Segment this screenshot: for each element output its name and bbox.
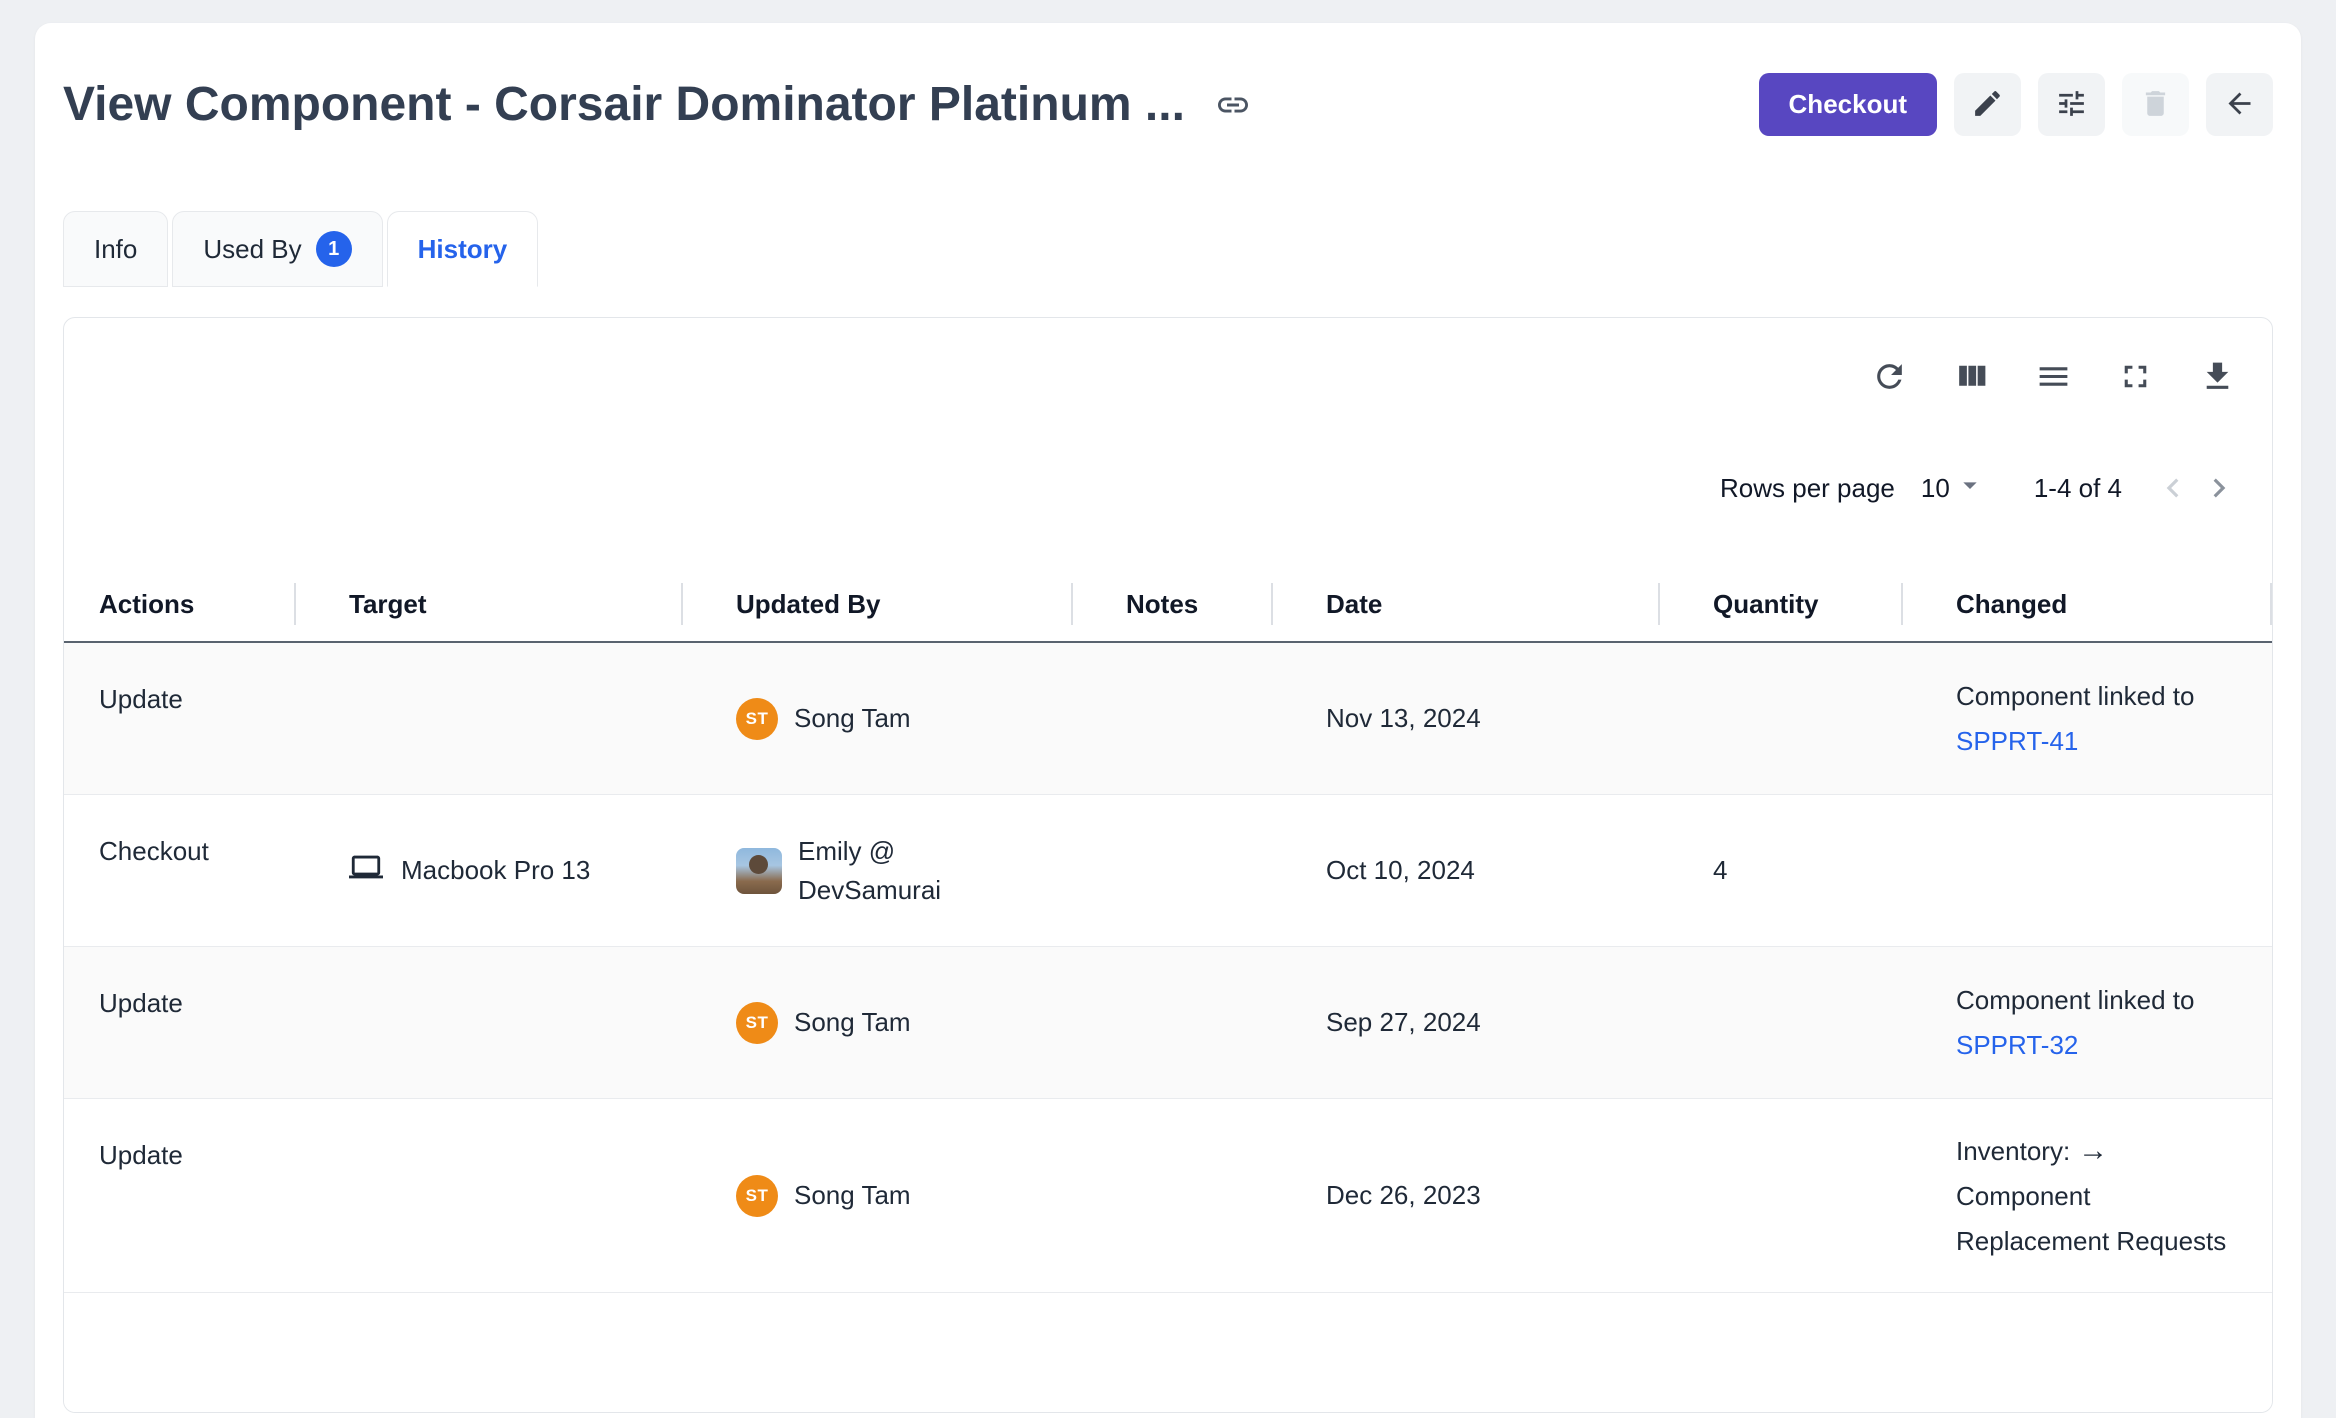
table-row: Update ST Song Tam Dec 26, 2023 Inventor… — [64, 1099, 2272, 1293]
next-page-button[interactable] — [2196, 465, 2242, 511]
density-icon[interactable] — [2035, 358, 2072, 395]
avatar: ST — [736, 698, 778, 740]
spprt-link[interactable]: SPPRT-32 — [1956, 1023, 2194, 1068]
laptop-icon — [349, 850, 383, 891]
download-icon[interactable] — [2199, 358, 2236, 395]
used-by-count-badge: 1 — [316, 231, 352, 267]
column-header-quantity[interactable]: Quantity — [1660, 589, 1903, 620]
tab-bar: Info Used By 1 History — [63, 211, 2273, 287]
trash-icon — [2139, 87, 2172, 123]
cell-updated-by: ST Song Tam — [683, 947, 1073, 1098]
rows-per-page-select[interactable]: 10 — [1921, 469, 1986, 508]
chevron-down-icon — [1954, 469, 1986, 508]
main-card: View Component - Corsair Dominator Plati… — [35, 23, 2301, 1418]
changed-text: Component linked to — [1956, 674, 2194, 719]
cell-action: Update — [64, 1099, 296, 1292]
cell-quantity — [1660, 1099, 1903, 1292]
previous-page-button[interactable] — [2150, 465, 2196, 511]
back-button[interactable] — [2206, 73, 2273, 136]
cell-changed: Component linked to SPPRT-32 — [1903, 947, 2272, 1098]
table-row: Checkout Macbook Pro 13 Emily @ DevSamur… — [64, 795, 2272, 947]
pagination-range: 1-4 of 4 — [2034, 473, 2122, 504]
column-header-updated-by[interactable]: Updated By — [683, 589, 1073, 620]
updated-by-name: Song Tam — [794, 699, 911, 738]
history-table-card: Rows per page 10 1-4 of 4 Actions Target… — [63, 317, 2273, 1413]
tab-history-label: History — [418, 234, 508, 265]
cell-target: Macbook Pro 13 — [296, 795, 683, 946]
cell-updated-by: Emily @ DevSamurai — [683, 795, 1073, 946]
column-header-target[interactable]: Target — [296, 589, 683, 620]
rows-per-page-label: Rows per page — [1720, 473, 1895, 504]
cell-quantity — [1660, 947, 1903, 1098]
arrow-right-icon: → — [2078, 1134, 2108, 1167]
cell-action: Checkout — [64, 795, 296, 946]
target-name: Macbook Pro 13 — [401, 855, 590, 886]
tab-used-by-label: Used By — [203, 234, 301, 265]
table-header-row: Actions Target Updated By Notes Date Qua… — [64, 567, 2272, 643]
avatar-photo — [736, 848, 782, 894]
cell-updated-by: ST Song Tam — [683, 643, 1073, 794]
copy-link-icon[interactable] — [1215, 87, 1251, 123]
cell-date: Oct 10, 2024 — [1273, 795, 1660, 946]
sliders-icon — [2055, 87, 2088, 123]
cell-notes — [1073, 947, 1273, 1098]
spprt-link[interactable]: SPPRT-41 — [1956, 719, 2194, 764]
tab-history[interactable]: History — [387, 211, 539, 287]
cell-action: Update — [64, 643, 296, 794]
changed-text: Replacement Requests — [1956, 1219, 2226, 1264]
settings-button[interactable] — [2038, 73, 2105, 136]
tab-info-label: Info — [94, 234, 137, 265]
cell-target — [296, 1099, 683, 1292]
show-hide-columns-icon[interactable] — [1953, 358, 1990, 395]
cell-changed: Inventory: → Component Replacement Reques… — [1903, 1099, 2272, 1292]
arrow-back-icon — [2223, 87, 2256, 123]
column-header-actions[interactable]: Actions — [64, 589, 296, 620]
cell-date: Sep 27, 2024 — [1273, 947, 1660, 1098]
page-title: View Component - Corsair Dominator Plati… — [63, 77, 1185, 132]
rows-per-page-value: 10 — [1921, 473, 1950, 504]
edit-button[interactable] — [1954, 73, 2021, 136]
delete-button[interactable] — [2122, 73, 2189, 136]
checkout-button[interactable]: Checkout — [1759, 73, 1937, 136]
cell-updated-by: ST Song Tam — [683, 1099, 1073, 1292]
cell-quantity: 4 — [1660, 795, 1903, 946]
changed-text: Inventory: — [1956, 1136, 2070, 1166]
changed-text: Component — [1956, 1174, 2226, 1219]
updated-by-name: Song Tam — [794, 1176, 911, 1215]
cell-notes — [1073, 1099, 1273, 1292]
cell-quantity — [1660, 643, 1903, 794]
column-header-changed[interactable]: Changed — [1903, 589, 2272, 620]
table-row: Update ST Song Tam Sep 27, 2024 Componen… — [64, 947, 2272, 1099]
cell-date: Nov 13, 2024 — [1273, 643, 1660, 794]
tab-info[interactable]: Info — [63, 211, 168, 287]
page-header: View Component - Corsair Dominator Plati… — [63, 23, 2273, 136]
cell-target — [296, 643, 683, 794]
updated-by-name: Song Tam — [794, 1003, 911, 1042]
changed-text: Component linked to — [1956, 978, 2194, 1023]
pencil-icon — [1971, 87, 2004, 123]
cell-target — [296, 947, 683, 1098]
cell-action: Update — [64, 947, 296, 1098]
avatar: ST — [736, 1175, 778, 1217]
avatar: ST — [736, 1002, 778, 1044]
pagination-bar: Rows per page 10 1-4 of 4 — [64, 465, 2272, 511]
cell-changed — [1903, 795, 2272, 946]
table-row: Update ST Song Tam Nov 13, 2024 Componen… — [64, 643, 2272, 795]
updated-by-name: Emily @ DevSamurai — [798, 832, 978, 910]
cell-notes — [1073, 643, 1273, 794]
cell-changed: Component linked to SPPRT-41 — [1903, 643, 2272, 794]
column-header-notes[interactable]: Notes — [1073, 589, 1273, 620]
column-header-date[interactable]: Date — [1273, 589, 1660, 620]
empty-table-footer — [64, 1293, 2272, 1413]
refresh-icon[interactable] — [1871, 358, 1908, 395]
fullscreen-icon[interactable] — [2117, 358, 2154, 395]
cell-notes — [1073, 795, 1273, 946]
cell-date: Dec 26, 2023 — [1273, 1099, 1660, 1292]
tab-used-by[interactable]: Used By 1 — [172, 211, 382, 287]
table-toolbar — [64, 318, 2272, 395]
